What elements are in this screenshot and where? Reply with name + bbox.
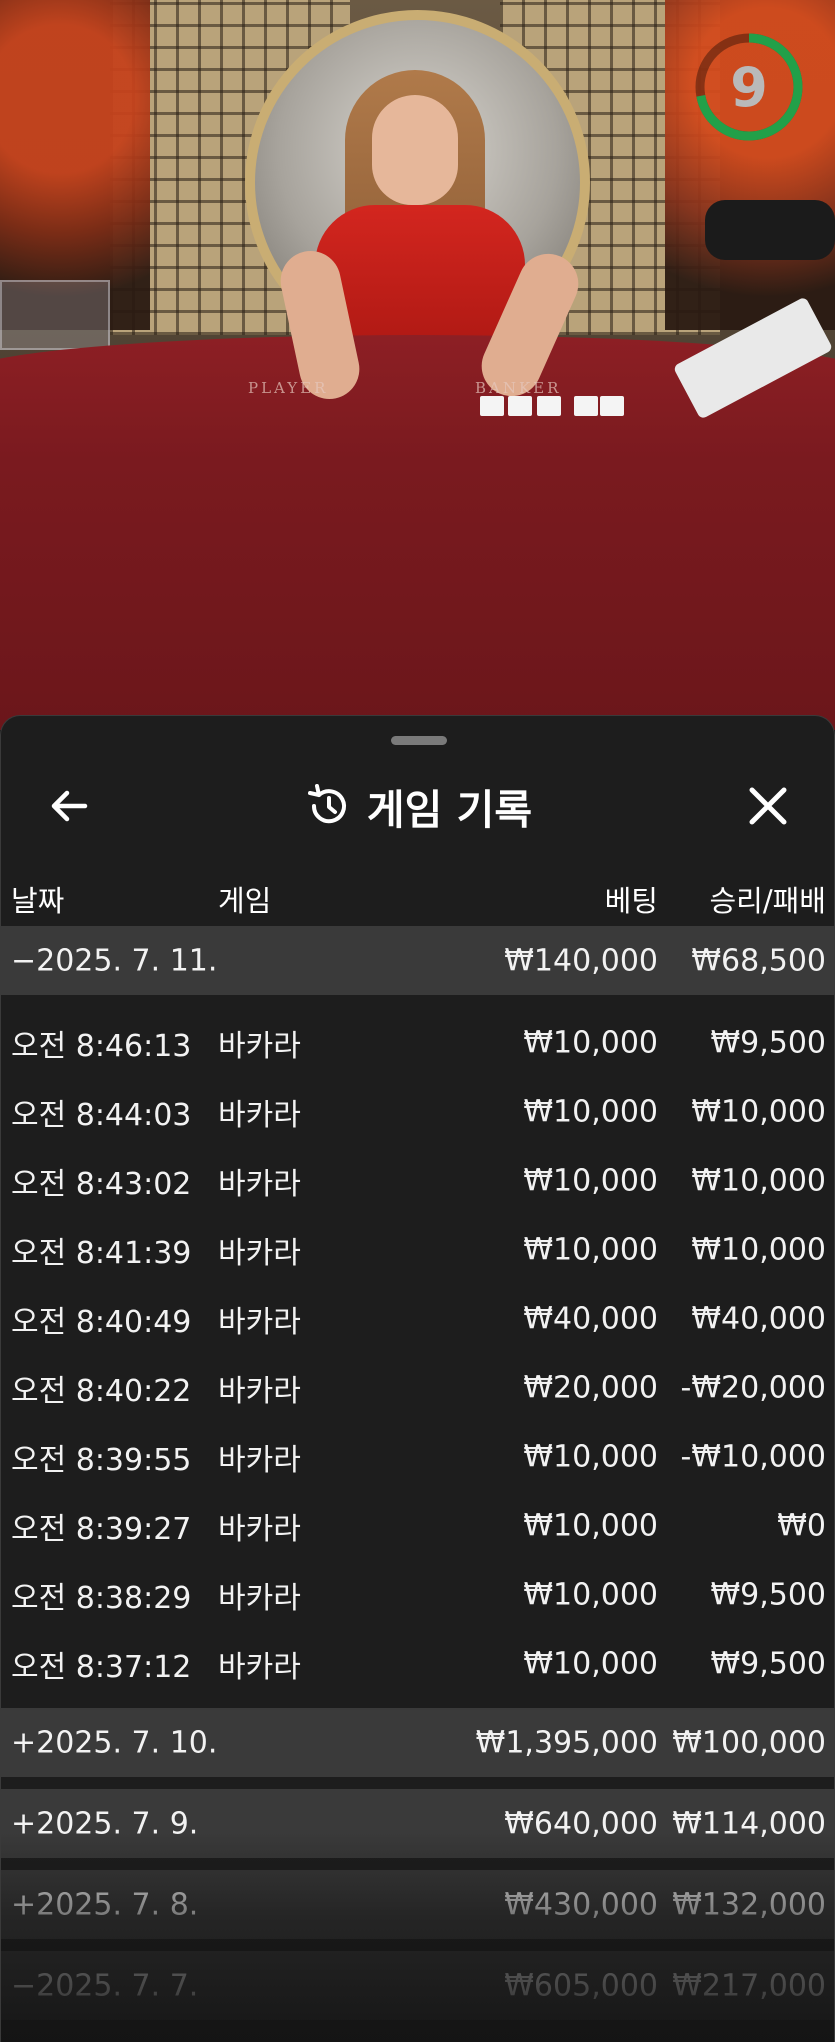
round-bet: ₩10,000 [523, 1508, 658, 1543]
round-win-loss: ₩10,000 [691, 1094, 826, 1129]
table-row[interactable]: 오전 8:39:27 바카라 ₩10,000 ₩0 [1, 1491, 834, 1560]
table-row[interactable]: 오전 8:43:02 바카라 ₩10,000 ₩10,000 [1, 1146, 834, 1215]
group-date: +2025. 7. 8. [11, 1887, 199, 1922]
table-row[interactable]: 오전 8:44:03 바카라 ₩10,000 ₩10,000 [1, 1077, 834, 1146]
round-win-loss: ₩9,500 [710, 1646, 826, 1681]
sheet-header: 게임 기록 [1, 756, 834, 856]
column-header-win-loss: 승리/패배 [709, 884, 827, 918]
history-table: −2025. 7. 11. ₩140,000 ₩68,500 오전 8:46:1… [1, 926, 834, 2020]
round-time: 오전 8:40:22 [11, 1373, 192, 1409]
playing-card [600, 396, 624, 416]
group-date: +2025. 7. 10. [11, 1725, 218, 1760]
round-time: 오전 8:41:39 [11, 1235, 192, 1271]
banker-area-label: BANKER [475, 379, 562, 397]
group-win-loss-total: ₩132,000 [672, 1887, 826, 1922]
round-game: 바카라 [218, 1373, 301, 1409]
round-win-loss: ₩9,500 [710, 1577, 826, 1612]
round-bet: ₩10,000 [523, 1232, 658, 1267]
countdown-timer: 9 [694, 30, 804, 145]
group-win-loss-total: ₩114,000 [672, 1806, 826, 1841]
round-game: 바카라 [218, 1028, 301, 1064]
column-headers: 날짜 게임 베팅 승리/패배 [1, 868, 834, 928]
table-row[interactable]: 오전 8:38:29 바카라 ₩10,000 ₩9,500 [1, 1560, 834, 1629]
sheet-title-text: 게임 기록 [366, 786, 533, 834]
round-win-loss: ₩40,000 [691, 1301, 826, 1336]
date-group-row[interactable]: +2025. 7. 9. ₩640,000 ₩114,000 [1, 1789, 834, 1858]
table-row[interactable]: 오전 8:37:12 바카라 ₩10,000 ₩9,500 [1, 1629, 834, 1698]
round-win-loss: ₩10,000 [691, 1232, 826, 1267]
round-game: 바카라 [218, 1649, 301, 1685]
timer-value: 9 [730, 56, 768, 119]
round-bet: ₩10,000 [523, 1646, 658, 1681]
round-win-loss: ₩9,500 [710, 1025, 826, 1060]
group-bet-total: ₩605,000 [504, 1968, 658, 2003]
group-bet-total: ₩430,000 [504, 1887, 658, 1922]
round-game: 바카라 [218, 1511, 301, 1547]
round-bet: ₩10,000 [523, 1577, 658, 1612]
round-game: 바카라 [218, 1442, 301, 1478]
table-row[interactable]: 오전 8:40:49 바카라 ₩40,000 ₩40,000 [1, 1284, 834, 1353]
playing-card [508, 396, 532, 416]
round-game: 바카라 [218, 1235, 301, 1271]
playing-card [480, 396, 504, 416]
round-game: 바카라 [218, 1166, 301, 1202]
game-history-sheet: 게임 기록 날짜 게임 베팅 승리/패배 −2025. 7. 11. ₩140,… [0, 715, 835, 2042]
discard-tray [705, 200, 835, 260]
round-time: 오전 8:44:03 [11, 1097, 192, 1133]
card-tray [0, 280, 110, 350]
round-bet: ₩40,000 [523, 1301, 658, 1336]
player-area-label: PLAYER [248, 379, 329, 397]
round-game: 바카라 [218, 1097, 301, 1133]
round-bet: ₩20,000 [523, 1370, 658, 1405]
round-time: 오전 8:39:27 [11, 1511, 192, 1547]
round-win-loss: -₩20,000 [680, 1370, 826, 1405]
close-icon [749, 787, 787, 825]
round-win-loss: ₩10,000 [691, 1163, 826, 1198]
table-row[interactable]: 오전 8:46:13 바카라 ₩10,000 ₩9,500 [1, 1008, 834, 1077]
round-game: 바카라 [218, 1580, 301, 1616]
column-header-bet: 베팅 [604, 884, 658, 918]
playing-card [537, 396, 561, 416]
round-bet: ₩10,000 [523, 1163, 658, 1198]
group-bet-total: ₩640,000 [504, 1806, 658, 1841]
round-time: 오전 8:38:29 [11, 1580, 192, 1616]
group-bet-total: ₩1,395,000 [475, 1725, 658, 1760]
column-header-game: 게임 [218, 884, 272, 918]
group-win-loss-total: ₩68,500 [691, 943, 826, 978]
date-group-row[interactable]: +2025. 7. 10. ₩1,395,000 ₩100,000 [1, 1708, 834, 1777]
live-video: PLAYER BANKER 9 [0, 0, 835, 730]
round-time: 오전 8:46:13 [11, 1028, 192, 1064]
dealer-face [372, 95, 458, 205]
group-win-loss-total: ₩217,000 [672, 1968, 826, 2003]
round-game: 바카라 [218, 1304, 301, 1340]
playing-card [574, 396, 598, 416]
date-group-row[interactable]: +2025. 7. 8. ₩430,000 ₩132,000 [1, 1870, 834, 1939]
round-bet: ₩10,000 [523, 1025, 658, 1060]
group-win-loss-total: ₩100,000 [672, 1725, 826, 1760]
date-group-row[interactable]: −2025. 7. 11. ₩140,000 ₩68,500 [1, 926, 834, 995]
round-time: 오전 8:40:49 [11, 1304, 192, 1340]
close-button[interactable] [734, 772, 802, 840]
column-header-date: 날짜 [11, 884, 65, 918]
group-date: −2025. 7. 11. [11, 943, 218, 978]
round-win-loss: -₩10,000 [680, 1439, 826, 1474]
round-time: 오전 8:37:12 [11, 1649, 192, 1685]
round-win-loss: ₩0 [777, 1508, 826, 1543]
group-date: +2025. 7. 9. [11, 1806, 199, 1841]
drag-handle[interactable] [391, 736, 447, 745]
table-row[interactable]: 오전 8:40:22 바카라 ₩20,000 -₩20,000 [1, 1353, 834, 1422]
date-group-row[interactable]: −2025. 7. 7. ₩605,000 ₩217,000 [1, 1951, 834, 2020]
round-time: 오전 8:43:02 [11, 1166, 192, 1202]
table-row[interactable]: 오전 8:41:39 바카라 ₩10,000 ₩10,000 [1, 1215, 834, 1284]
round-time: 오전 8:39:55 [11, 1442, 192, 1478]
round-bet: ₩10,000 [523, 1439, 658, 1474]
history-icon [307, 784, 346, 824]
table-row[interactable]: 오전 8:39:55 바카라 ₩10,000 -₩10,000 [1, 1422, 834, 1491]
sheet-title: 게임 기록 [1, 778, 834, 834]
group-date: −2025. 7. 7. [11, 1968, 199, 2003]
round-bet: ₩10,000 [523, 1094, 658, 1129]
group-bet-total: ₩140,000 [504, 943, 658, 978]
